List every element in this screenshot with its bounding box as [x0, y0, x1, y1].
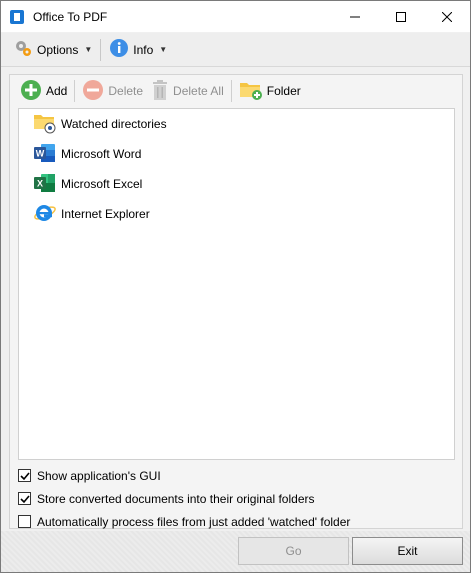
svg-text:X: X — [37, 178, 43, 188]
options-menu[interactable]: Options ▼ — [9, 37, 96, 63]
info-label: Info — [133, 42, 154, 57]
add-icon — [20, 79, 42, 104]
maximize-icon — [396, 11, 406, 22]
store-converted-label: Store converted documents into their ori… — [37, 491, 315, 506]
app-icon — [9, 9, 25, 25]
main-toolbar: Options ▼ Info ▼ — [1, 33, 470, 67]
show-gui-checkbox[interactable] — [18, 469, 31, 482]
store-converted-checkbox[interactable] — [18, 492, 31, 505]
trash-icon — [151, 79, 169, 104]
delete-label: Delete — [108, 84, 144, 98]
converter-list: Watched directories W Microsoft Word X M… — [18, 108, 455, 460]
maximize-button[interactable] — [378, 1, 424, 32]
close-icon — [442, 11, 452, 22]
options-label: Options — [37, 42, 79, 57]
toolbar-divider — [230, 80, 232, 102]
list-item-label: Watched directories — [61, 117, 167, 131]
info-menu[interactable]: Info ▼ — [105, 37, 171, 63]
word-icon: W — [33, 142, 57, 167]
svg-text:W: W — [36, 148, 45, 158]
checkmark-icon — [19, 471, 30, 480]
options-group: Show application's GUI Store converted d… — [18, 464, 458, 533]
toolbar-divider — [100, 38, 102, 61]
list-item-microsoft-excel[interactable]: X Microsoft Excel — [19, 169, 454, 199]
list-item-label: Microsoft Excel — [61, 177, 143, 191]
delete-all-label: Delete All — [173, 84, 224, 98]
checkmark-icon — [19, 494, 30, 503]
add-folder-button[interactable]: Folder — [235, 78, 305, 104]
watched-panel: Add Delete Delete All Folder Watched dir… — [9, 74, 463, 529]
list-item-label: Internet Explorer — [61, 207, 150, 221]
folder-label: Folder — [266, 84, 301, 98]
list-item-internet-explorer[interactable]: Internet Explorer — [19, 199, 454, 229]
remove-icon — [82, 79, 104, 104]
excel-icon: X — [33, 172, 57, 197]
toolbar-divider — [74, 80, 76, 102]
add-button[interactable]: Add — [16, 78, 71, 104]
info-icon — [109, 38, 129, 61]
footer-bar: Go Exit — [1, 531, 470, 572]
go-button[interactable]: Go — [238, 537, 349, 565]
panel-toolbar: Add Delete Delete All Folder — [10, 75, 462, 107]
minimize-icon — [350, 16, 360, 17]
title-bar: Office To PDF — [1, 1, 470, 32]
list-item-microsoft-word[interactable]: W Microsoft Word — [19, 139, 454, 169]
window-title: Office To PDF — [33, 9, 108, 24]
exit-button[interactable]: Exit — [352, 537, 463, 565]
watched-folder-icon — [33, 112, 57, 137]
delete-button[interactable]: Delete — [78, 78, 147, 104]
show-gui-option[interactable]: Show application's GUI — [18, 464, 458, 487]
chevron-down-icon: ▼ — [84, 45, 93, 54]
minimize-button[interactable] — [332, 1, 378, 32]
app-window: Office To PDF Options ▼ Info ▼ Add Delet… — [0, 0, 471, 573]
show-gui-label: Show application's GUI — [37, 468, 161, 483]
auto-process-checkbox[interactable] — [18, 515, 31, 528]
ie-icon — [33, 202, 57, 227]
delete-all-button[interactable]: Delete All — [147, 78, 228, 104]
gear-icon — [13, 38, 33, 61]
chevron-down-icon: ▼ — [159, 45, 168, 54]
list-item-watched-directories[interactable]: Watched directories — [19, 109, 454, 139]
add-label: Add — [46, 84, 68, 98]
list-item-label: Microsoft Word — [61, 147, 142, 161]
folder-add-icon — [239, 79, 263, 104]
auto-process-option[interactable]: Automatically process files from just ad… — [18, 510, 458, 533]
auto-process-label: Automatically process files from just ad… — [37, 514, 351, 529]
close-button[interactable] — [424, 1, 470, 32]
store-converted-option[interactable]: Store converted documents into their ori… — [18, 487, 458, 510]
